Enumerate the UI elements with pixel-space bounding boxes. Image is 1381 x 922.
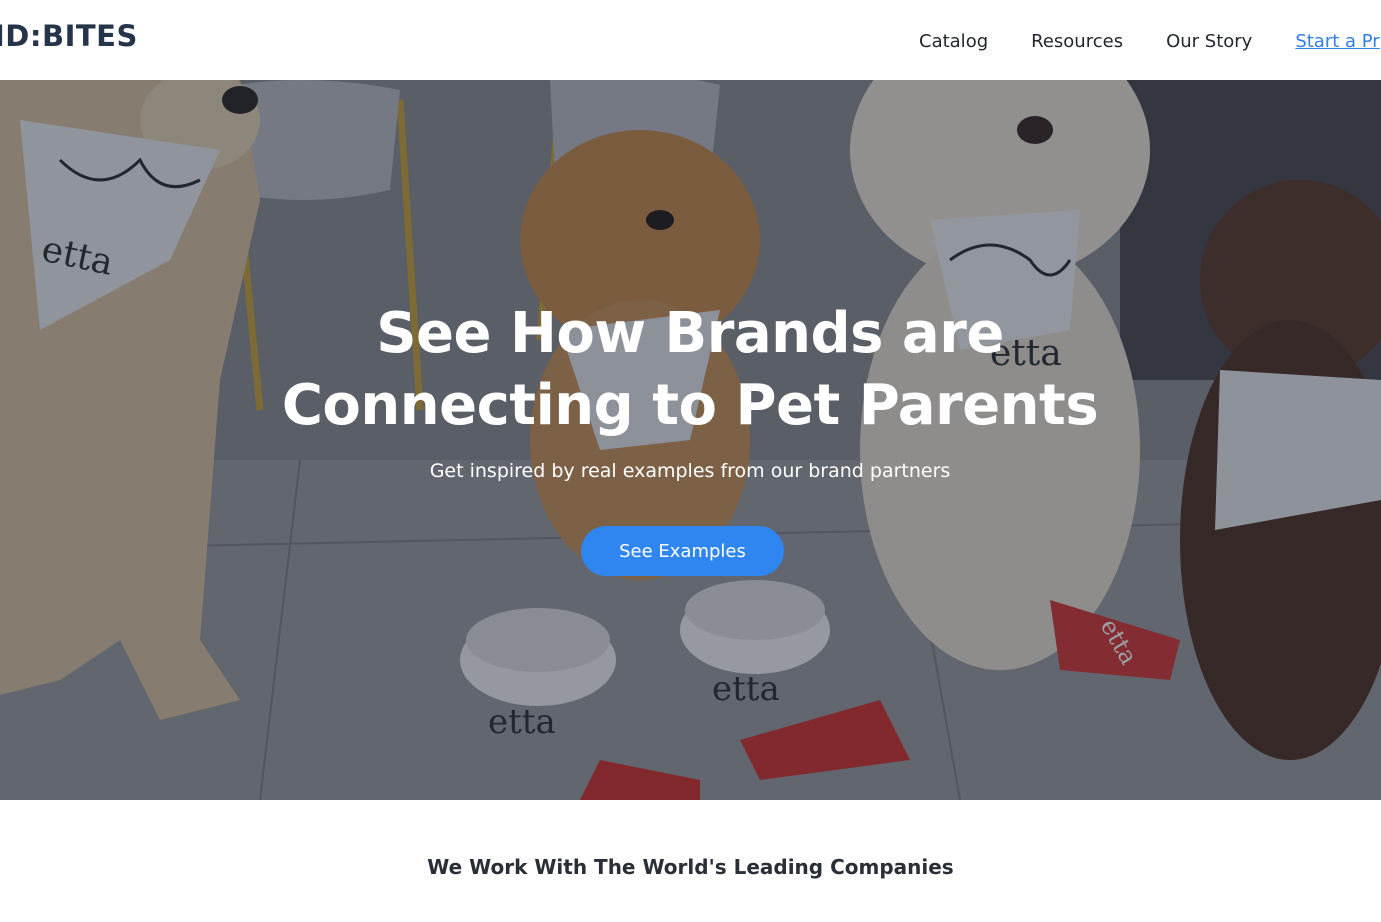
hero-title-line-2: Connecting to Pet Parents — [281, 373, 1099, 438]
hero-subtitle: Get inspired by real examples from our b… — [429, 460, 951, 482]
site-header: ID:BITES Catalog Resources Our Story Sta… — [0, 0, 1381, 80]
nav-item-resources[interactable]: Resources — [1031, 31, 1123, 52]
hero-title-line-1: See How Brands are — [376, 301, 1004, 366]
companies-heading: We Work With The World's Leading Compani… — [427, 855, 954, 879]
see-examples-button[interactable]: See Examples — [581, 526, 784, 576]
hero-title: See How Brands are Connecting to Pet Par… — [190, 298, 1190, 442]
logo-text: ID:BITES — [0, 19, 138, 53]
logo[interactable]: ID:BITES — [0, 18, 138, 54]
start-project-link[interactable]: Start a Pr — [1295, 31, 1379, 52]
hero-content: See How Brands are Connecting to Pet Par… — [0, 80, 1381, 800]
hero-section: etta etta etta etta etta See How Brands … — [0, 80, 1381, 800]
nav-item-catalog[interactable]: Catalog — [919, 31, 988, 52]
main-nav: Catalog Resources Our Story Start a Pr — [919, 31, 1380, 52]
nav-item-our-story[interactable]: Our Story — [1166, 31, 1252, 52]
